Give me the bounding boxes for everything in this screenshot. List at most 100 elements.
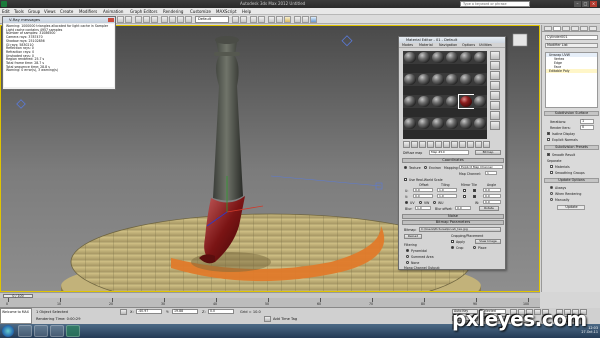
options-icon[interactable] [490, 111, 500, 120]
filter-none-radio[interactable] [406, 261, 409, 264]
minimize-icon[interactable]: – [574, 1, 581, 7]
z-coord-field[interactable]: 0.0 [208, 309, 234, 314]
smoothing-groups-checkbox[interactable] [550, 171, 553, 174]
render-production-icon[interactable] [310, 16, 317, 23]
media-player-taskbar-icon[interactable] [34, 325, 48, 337]
u-angle-spinner[interactable]: 0.0 [483, 188, 501, 192]
map-name-field[interactable]: Map #10 [429, 150, 469, 155]
make-preview-icon[interactable] [490, 101, 500, 110]
sample-uv-tiling-icon[interactable] [490, 81, 500, 90]
u-mirror-checkbox[interactable] [463, 189, 466, 192]
backlight-icon[interactable] [490, 61, 500, 70]
vray-messages-window[interactable]: V-Ray messages Warning: 1000000 triangle… [2, 16, 116, 90]
material-id-channel-icon[interactable] [451, 141, 458, 148]
material-editor-icon[interactable] [284, 16, 291, 23]
video-color-check-icon[interactable] [490, 91, 500, 100]
start-button-icon[interactable] [2, 325, 14, 337]
update-button[interactable]: Update [557, 205, 585, 210]
rendered-frame-window-icon[interactable] [302, 16, 309, 23]
render-setup-icon[interactable] [294, 16, 301, 23]
hierarchy-tab-icon[interactable] [562, 26, 570, 31]
menu-help[interactable]: Help [242, 9, 251, 14]
sample-slot[interactable] [403, 95, 417, 108]
background-icon[interactable] [490, 71, 500, 80]
menu-maxscript[interactable]: MAXScript [216, 9, 237, 14]
mapping-dropdown[interactable]: Explicit Map Channel [459, 165, 503, 169]
menu-customize[interactable]: Customize [190, 9, 211, 14]
crop-radio[interactable] [451, 246, 454, 249]
sample-slot[interactable] [417, 117, 431, 130]
app-logo-icon[interactable] [1, 1, 7, 7]
sample-slot-active[interactable] [458, 94, 474, 109]
rollout-bitmap-parameters[interactable]: Bitmap Parameters [402, 220, 504, 225]
v-tiling-spinner[interactable]: 1.0 [437, 194, 457, 198]
sample-slot[interactable] [431, 117, 445, 130]
view-image-button[interactable]: View Image [475, 239, 501, 244]
x-coord-field[interactable]: -40.97 [136, 309, 162, 314]
rollout-coordinates[interactable]: Coordinates [402, 158, 504, 163]
map-channel-spinner[interactable]: 1 [485, 171, 497, 175]
menu-utilities[interactable]: Utilities [479, 43, 492, 48]
put-to-scene-icon[interactable] [411, 141, 418, 148]
maxscript-listener[interactable]: Welcome to MAX [0, 308, 32, 324]
display-tab-icon[interactable] [580, 26, 588, 31]
explorer-taskbar-icon[interactable] [18, 325, 32, 337]
rotate-icon[interactable] [117, 16, 124, 23]
w-angle-spinner[interactable]: 0.0 [483, 200, 501, 204]
uv-radio[interactable] [405, 201, 408, 204]
add-time-tag-label[interactable]: Add Time Tag [273, 317, 297, 321]
angle-snap-icon[interactable] [169, 16, 176, 23]
curve-editor-icon[interactable] [268, 16, 275, 23]
update-manually-radio[interactable] [550, 198, 553, 201]
environ-radio[interactable] [424, 166, 427, 169]
lock-selection-icon[interactable] [120, 309, 127, 315]
reference-coord-icon[interactable] [135, 16, 142, 23]
sample-slot[interactable] [417, 73, 431, 86]
render-iters-spinner[interactable]: 0 [580, 125, 594, 130]
menu-graph-editors[interactable]: Graph Editors [130, 9, 157, 14]
stack-item[interactable]: Editable Poly [546, 69, 597, 73]
snap-toggle-icon[interactable] [161, 16, 168, 23]
sample-slot[interactable] [445, 73, 459, 86]
menu-tools[interactable]: Tools [14, 9, 24, 14]
reset-map-icon[interactable] [427, 141, 434, 148]
menu-modes[interactable]: Modes [402, 43, 413, 48]
wu-radio[interactable] [433, 201, 436, 204]
motion-tab-icon[interactable] [571, 26, 579, 31]
sample-slot[interactable] [473, 95, 487, 108]
sample-slot[interactable] [459, 117, 473, 130]
search-input[interactable]: Type a keyword or phrase [460, 1, 530, 7]
update-always-radio[interactable] [550, 186, 553, 189]
v-tile-checkbox[interactable] [473, 195, 476, 198]
v-angle-spinner[interactable]: 0.0 [483, 194, 501, 198]
add-time-tag-icon[interactable] [264, 316, 271, 322]
sample-slot[interactable] [431, 95, 445, 108]
summed-area-radio[interactable] [406, 255, 409, 258]
menu-navigation[interactable]: Navigation [439, 43, 457, 48]
utilities-tab-icon[interactable] [589, 26, 597, 31]
sample-slot[interactable] [431, 73, 445, 86]
sample-slot[interactable] [445, 117, 459, 130]
graphite-toolbar-icon[interactable] [258, 16, 265, 23]
menu-animation[interactable]: Animation [103, 9, 123, 14]
sample-slot[interactable] [473, 51, 487, 64]
modify-tab-icon[interactable] [553, 26, 561, 31]
sample-slot[interactable] [473, 73, 487, 86]
y-coord-field[interactable]: 19.88 [172, 309, 198, 314]
apply-checkbox[interactable] [451, 240, 454, 243]
u-offset-spinner[interactable]: 0.0 [413, 188, 433, 192]
make-unique-icon[interactable] [435, 141, 442, 148]
v-offset-spinner[interactable]: 0.0 [413, 194, 433, 198]
spinner-snap-icon[interactable] [185, 16, 192, 23]
create-tab-icon[interactable] [544, 26, 552, 31]
close-icon[interactable]: × [590, 1, 597, 7]
u-tiling-spinner[interactable]: 1.0 [437, 188, 457, 192]
update-when-rendering-radio[interactable] [550, 192, 553, 195]
select-manipulate-icon[interactable] [151, 16, 158, 23]
assign-to-selection-icon[interactable] [419, 141, 426, 148]
menu-modifiers[interactable]: Modifiers [79, 9, 97, 14]
menu-group[interactable]: Group [28, 9, 40, 14]
maximize-icon[interactable]: □ [582, 1, 589, 7]
menu-material[interactable]: Material [419, 43, 433, 48]
sample-type-icon[interactable] [490, 51, 500, 60]
